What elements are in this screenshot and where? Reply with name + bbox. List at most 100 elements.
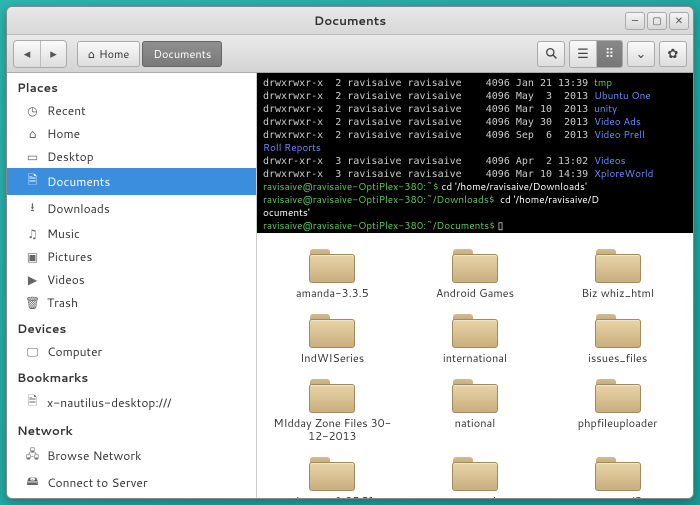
- sidebar-item-label: Music: [47, 225, 80, 242]
- embedded-terminal[interactable]: drwxrwxr-x 2 ravisaive ravisaive 4096 Ja…: [257, 73, 693, 233]
- body: Places ◷Recent⌂Home▭Desktop🗎Documents⭳Do…: [7, 73, 693, 498]
- main-pane: drwxrwxr-x 2 ravisaive ravisaive 4096 Ja…: [257, 73, 693, 498]
- folder-label: Android Games: [436, 287, 514, 300]
- folder-label: issues_files: [588, 352, 647, 365]
- path-current-label: Documents: [153, 46, 211, 62]
- folder-label: MIdday Zone Files 30-12-2013: [272, 417, 392, 443]
- videos-icon: ▶: [25, 271, 40, 288]
- sidebar-item-label: Computer: [47, 343, 102, 360]
- sidebar-item-computer[interactable]: 🖵 Computer: [7, 340, 256, 363]
- path-current[interactable]: Documents: [142, 41, 222, 67]
- folder-amanda-3-3-5[interactable]: amanda-3.3.5: [263, 243, 402, 302]
- places-header: Places: [7, 73, 256, 99]
- folder-icon: [450, 375, 500, 415]
- sidebar-item-label: Documents: [47, 173, 110, 190]
- folder-icon: [307, 375, 357, 415]
- list-view-button[interactable]: ☰: [570, 41, 596, 67]
- sidebar-item-home[interactable]: ⌂ Home: [7, 122, 256, 145]
- search-button[interactable]: [537, 41, 565, 67]
- folder-label: international: [443, 352, 507, 365]
- home-icon: ⌂: [88, 46, 95, 62]
- pathbar: ⌂ Home Documents: [77, 41, 222, 67]
- folder-label: Biz whiz_html: [581, 287, 653, 300]
- icon-view-button[interactable]: ⠿: [596, 41, 622, 67]
- folder-android-games[interactable]: Android Games: [406, 243, 545, 302]
- sidebar-item-label: Connect to Server: [47, 474, 148, 491]
- folder-icon: [307, 453, 357, 493]
- folder-international[interactable]: international: [406, 308, 545, 367]
- folder-national[interactable]: national: [406, 373, 545, 445]
- file-manager-window: Documents ─ ▢ ✕ ◂ ▸ ⌂ Home Documents ☰ ⠿: [6, 6, 694, 499]
- sidebar-item-documents[interactable]: 🗎Documents: [7, 168, 256, 195]
- chevron-down-icon: ⌄: [636, 45, 647, 63]
- sidebar-item-recent[interactable]: ◷Recent: [7, 99, 256, 122]
- folder-ratecard[interactable]: ratecard: [406, 451, 545, 498]
- folder-label: IndWISeries: [300, 352, 364, 365]
- sidebar-item-browse-network[interactable]: 🖧Browse Network: [7, 442, 256, 469]
- folder-indwiseries[interactable]: IndWISeries: [263, 308, 402, 367]
- home-icon: ⌂: [25, 125, 40, 142]
- sidebar-item-connect-to-server[interactable]: 🖴 Connect to Server: [7, 469, 256, 496]
- network-header: Network: [7, 416, 256, 442]
- nav-buttons: ◂ ▸: [13, 40, 67, 68]
- folder-midday-zone-files-30-12-2013[interactable]: MIdday Zone Files 30-12-2013: [263, 373, 402, 445]
- search-icon: [545, 47, 558, 60]
- folder-plogger-1-0rc1[interactable]: plogger-1.0RC1: [263, 451, 402, 498]
- folder-ratecard2[interactable]: ratecard2: [548, 451, 687, 498]
- sidebar-item-label: Videos: [47, 271, 85, 288]
- folder-issues-files[interactable]: issues_files: [548, 308, 687, 367]
- sidebar-item-label: Trash: [47, 294, 78, 311]
- server-icon: 🖴: [25, 472, 40, 493]
- computer-icon: 🖵: [25, 343, 40, 360]
- sidebar-item-music[interactable]: ♫ Music: [7, 222, 256, 245]
- folder-label: national: [455, 417, 496, 430]
- window-title: Documents: [314, 12, 386, 29]
- sidebar-item-desktop[interactable]: ▭ Desktop: [7, 145, 256, 168]
- bookmarks-header: Bookmarks: [7, 363, 256, 389]
- folder-icon: [593, 310, 643, 350]
- clock-icon: ◷: [25, 102, 40, 119]
- folder-icon: [593, 453, 643, 493]
- close-button[interactable]: ✕: [669, 12, 689, 30]
- sidebar-item-x-nautilus-desktop-[interactable]: 🗎 x-nautilus-desktop:///: [7, 389, 256, 416]
- devices-header: Devices: [7, 314, 256, 340]
- minimize-button[interactable]: ─: [625, 12, 645, 30]
- view-mode-group: ☰ ⠿: [569, 40, 623, 68]
- folder-icon: [307, 245, 357, 285]
- pictures-icon: ▣: [25, 248, 40, 265]
- folder-label: phpfileuploader: [578, 417, 658, 430]
- maximize-button[interactable]: ▢: [647, 12, 667, 30]
- network-icon: 🖧: [25, 445, 40, 466]
- settings-button[interactable]: ✿: [659, 41, 687, 67]
- desktop-icon: ▭: [25, 148, 40, 165]
- sidebar-item-label: Desktop: [47, 148, 94, 165]
- folder-biz-whiz-html[interactable]: Biz whiz_html: [548, 243, 687, 302]
- folder-phpfileuploader[interactable]: phpfileuploader: [548, 373, 687, 445]
- folder-label: amanda-3.3.5: [296, 287, 369, 300]
- folder-icon: [593, 245, 643, 285]
- bookmark-icon: 🗎: [25, 392, 40, 413]
- sidebar-item-label: x-nautilus-desktop:///: [47, 394, 171, 411]
- folder-icon: [450, 453, 500, 493]
- downloads-icon: ⭳: [25, 198, 40, 219]
- view-options-button[interactable]: ⌄: [627, 41, 655, 67]
- folder-label: plogger-1.0RC1: [290, 495, 375, 498]
- sidebar[interactable]: Places ◷Recent⌂Home▭Desktop🗎Documents⭳Do…: [7, 73, 257, 498]
- back-button[interactable]: ◂: [14, 41, 40, 67]
- folder-icon: [450, 245, 500, 285]
- titlebar[interactable]: Documents ─ ▢ ✕: [7, 7, 693, 35]
- sidebar-item-label: Home: [47, 125, 80, 142]
- file-grid[interactable]: amanda-3.3.5 Android Games Biz whiz_html In…: [257, 233, 693, 498]
- gear-icon: ✿: [668, 45, 679, 63]
- path-home-label: Home: [99, 46, 129, 62]
- sidebar-item-trash[interactable]: 🗑Trash: [7, 291, 256, 314]
- sidebar-item-downloads[interactable]: ⭳ Downloads: [7, 195, 256, 222]
- window-controls: ─ ▢ ✕: [625, 12, 689, 30]
- sidebar-item-pictures[interactable]: ▣Pictures: [7, 245, 256, 268]
- path-home[interactable]: ⌂ Home: [77, 41, 140, 67]
- folder-icon: [593, 375, 643, 415]
- sidebar-item-label: Downloads: [47, 200, 110, 217]
- music-icon: ♫: [25, 225, 40, 242]
- forward-button[interactable]: ▸: [40, 41, 66, 67]
- sidebar-item-videos[interactable]: ▶ Videos: [7, 268, 256, 291]
